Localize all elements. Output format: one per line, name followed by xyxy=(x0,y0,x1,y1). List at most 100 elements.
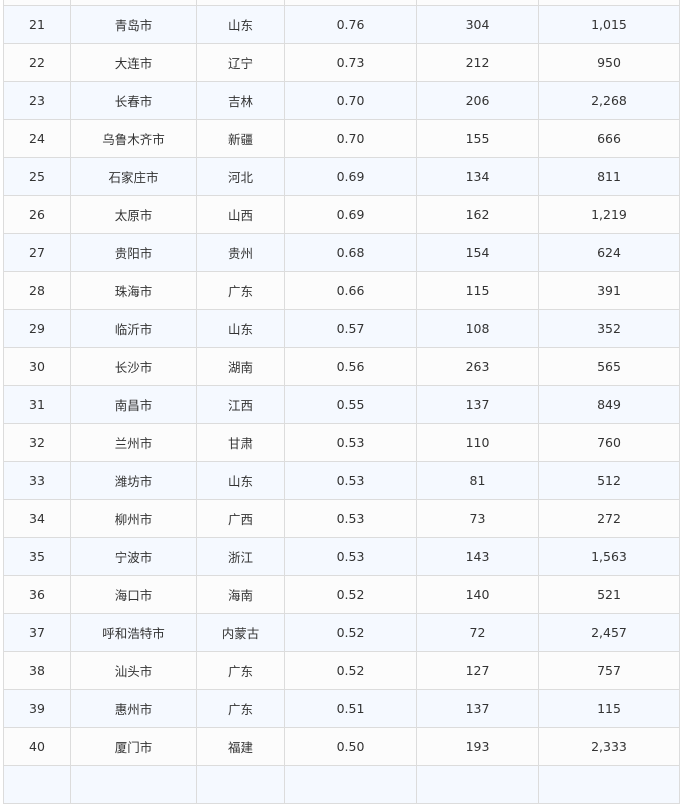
city-cell: 珠海市 xyxy=(70,271,197,310)
rank-cell: 29 xyxy=(3,309,71,348)
value-a-cell: 108 xyxy=(416,309,539,348)
value-a-cell xyxy=(416,765,539,804)
value-a-cell: 206 xyxy=(416,81,539,120)
rank-cell: 37 xyxy=(3,613,71,652)
table-row: 26 太原市 山西 0.69 162 1,219 xyxy=(3,195,680,234)
value-b-cell: 2,457 xyxy=(538,613,680,652)
value-a-cell: 73 xyxy=(416,499,539,538)
city-cell xyxy=(70,765,197,804)
value-a-cell: 127 xyxy=(416,651,539,690)
province-cell: 河北 xyxy=(196,157,285,196)
province-cell: 甘肃 xyxy=(196,423,285,462)
value-b-cell: 352 xyxy=(538,309,680,348)
province-cell: 江西 xyxy=(196,385,285,424)
score-cell: 0.76 xyxy=(284,5,417,44)
score-cell: 0.53 xyxy=(284,499,417,538)
rank-cell xyxy=(3,765,71,804)
city-cell: 柳州市 xyxy=(70,499,197,538)
rank-cell: 38 xyxy=(3,651,71,690)
city-cell: 青岛市 xyxy=(70,5,197,44)
table-row: 21 青岛市 山东 0.76 304 1,015 xyxy=(3,5,680,44)
rank-cell: 22 xyxy=(3,43,71,82)
rank-cell: 30 xyxy=(3,347,71,386)
value-a-cell: 143 xyxy=(416,537,539,576)
table-row: 23 长春市 吉林 0.70 206 2,268 xyxy=(3,81,680,120)
province-cell: 吉林 xyxy=(196,81,285,120)
province-cell: 山东 xyxy=(196,5,285,44)
value-b-cell: 760 xyxy=(538,423,680,462)
score-cell xyxy=(284,765,417,804)
table-row: 33 潍坊市 山东 0.53 81 512 xyxy=(3,461,680,500)
city-cell: 厦门市 xyxy=(70,727,197,766)
city-cell: 石家庄市 xyxy=(70,157,197,196)
province-cell: 新疆 xyxy=(196,119,285,158)
table-row: 32 兰州市 甘肃 0.53 110 760 xyxy=(3,423,680,462)
table-row: 29 临沂市 山东 0.57 108 352 xyxy=(3,309,680,348)
table-row: 22 大连市 辽宁 0.73 212 950 xyxy=(3,43,680,82)
value-b-cell: 391 xyxy=(538,271,680,310)
rank-cell: 34 xyxy=(3,499,71,538)
value-a-cell: 134 xyxy=(416,157,539,196)
score-cell: 0.53 xyxy=(284,461,417,500)
score-cell: 0.70 xyxy=(284,81,417,120)
value-a-cell: 193 xyxy=(416,727,539,766)
city-cell: 贵阳市 xyxy=(70,233,197,272)
rank-cell: 24 xyxy=(3,119,71,158)
value-a-cell: 162 xyxy=(416,195,539,234)
table-row: 38 汕头市 广东 0.52 127 757 xyxy=(3,651,680,690)
value-a-cell: 212 xyxy=(416,43,539,82)
city-cell: 长春市 xyxy=(70,81,197,120)
score-cell: 0.50 xyxy=(284,727,417,766)
province-cell: 广西 xyxy=(196,499,285,538)
rank-cell: 31 xyxy=(3,385,71,424)
city-ranking-table-container: 2021青岛市山东0.763041,01522大连市辽宁0.7321295023… xyxy=(3,0,680,804)
value-b-cell: 512 xyxy=(538,461,680,500)
value-a-cell: 81 xyxy=(416,461,539,500)
value-b-cell: 115 xyxy=(538,689,680,728)
value-a-cell: 263 xyxy=(416,347,539,386)
score-cell: 0.53 xyxy=(284,537,417,576)
value-b-cell: 757 xyxy=(538,651,680,690)
table-body: 2021青岛市山东0.763041,01522大连市辽宁0.7321295023… xyxy=(3,0,680,804)
rank-cell: 28 xyxy=(3,271,71,310)
city-cell: 南昌市 xyxy=(70,385,197,424)
city-cell: 潍坊市 xyxy=(70,461,197,500)
table-row: 31 南昌市 江西 0.55 137 849 xyxy=(3,385,680,424)
province-cell: 山西 xyxy=(196,195,285,234)
rank-cell: 35 xyxy=(3,537,71,576)
score-cell: 0.52 xyxy=(284,651,417,690)
city-cell: 惠州市 xyxy=(70,689,197,728)
city-cell: 太原市 xyxy=(70,195,197,234)
score-cell: 0.73 xyxy=(284,43,417,82)
rank-cell: 26 xyxy=(3,195,71,234)
value-b-cell: 565 xyxy=(538,347,680,386)
value-b-cell xyxy=(538,765,680,804)
province-cell: 浙江 xyxy=(196,537,285,576)
value-b-cell: 849 xyxy=(538,385,680,424)
value-b-cell: 521 xyxy=(538,575,680,614)
table-row: 24 乌鲁木齐市 新疆 0.70 155 666 xyxy=(3,119,680,158)
table-row: 30 长沙市 湖南 0.56 263 565 xyxy=(3,347,680,386)
score-cell: 0.57 xyxy=(284,309,417,348)
rank-cell: 25 xyxy=(3,157,71,196)
value-a-cell: 154 xyxy=(416,233,539,272)
score-cell: 0.70 xyxy=(284,119,417,158)
value-b-cell: 811 xyxy=(538,157,680,196)
score-cell: 0.56 xyxy=(284,347,417,386)
value-a-cell: 110 xyxy=(416,423,539,462)
table-row: 39 惠州市 广东 0.51 137 115 xyxy=(3,689,680,728)
province-cell: 福建 xyxy=(196,727,285,766)
table-row: 36 海口市 海南 0.52 140 521 xyxy=(3,575,680,614)
value-a-cell: 137 xyxy=(416,385,539,424)
rank-cell: 21 xyxy=(3,5,71,44)
city-cell: 汕头市 xyxy=(70,651,197,690)
score-cell: 0.55 xyxy=(284,385,417,424)
value-b-cell: 1,563 xyxy=(538,537,680,576)
value-a-cell: 155 xyxy=(416,119,539,158)
value-a-cell: 115 xyxy=(416,271,539,310)
province-cell: 山东 xyxy=(196,309,285,348)
value-b-cell: 666 xyxy=(538,119,680,158)
city-ranking-table: 2021青岛市山东0.763041,01522大连市辽宁0.7321295023… xyxy=(3,0,680,804)
value-b-cell: 2,333 xyxy=(538,727,680,766)
value-a-cell: 304 xyxy=(416,5,539,44)
